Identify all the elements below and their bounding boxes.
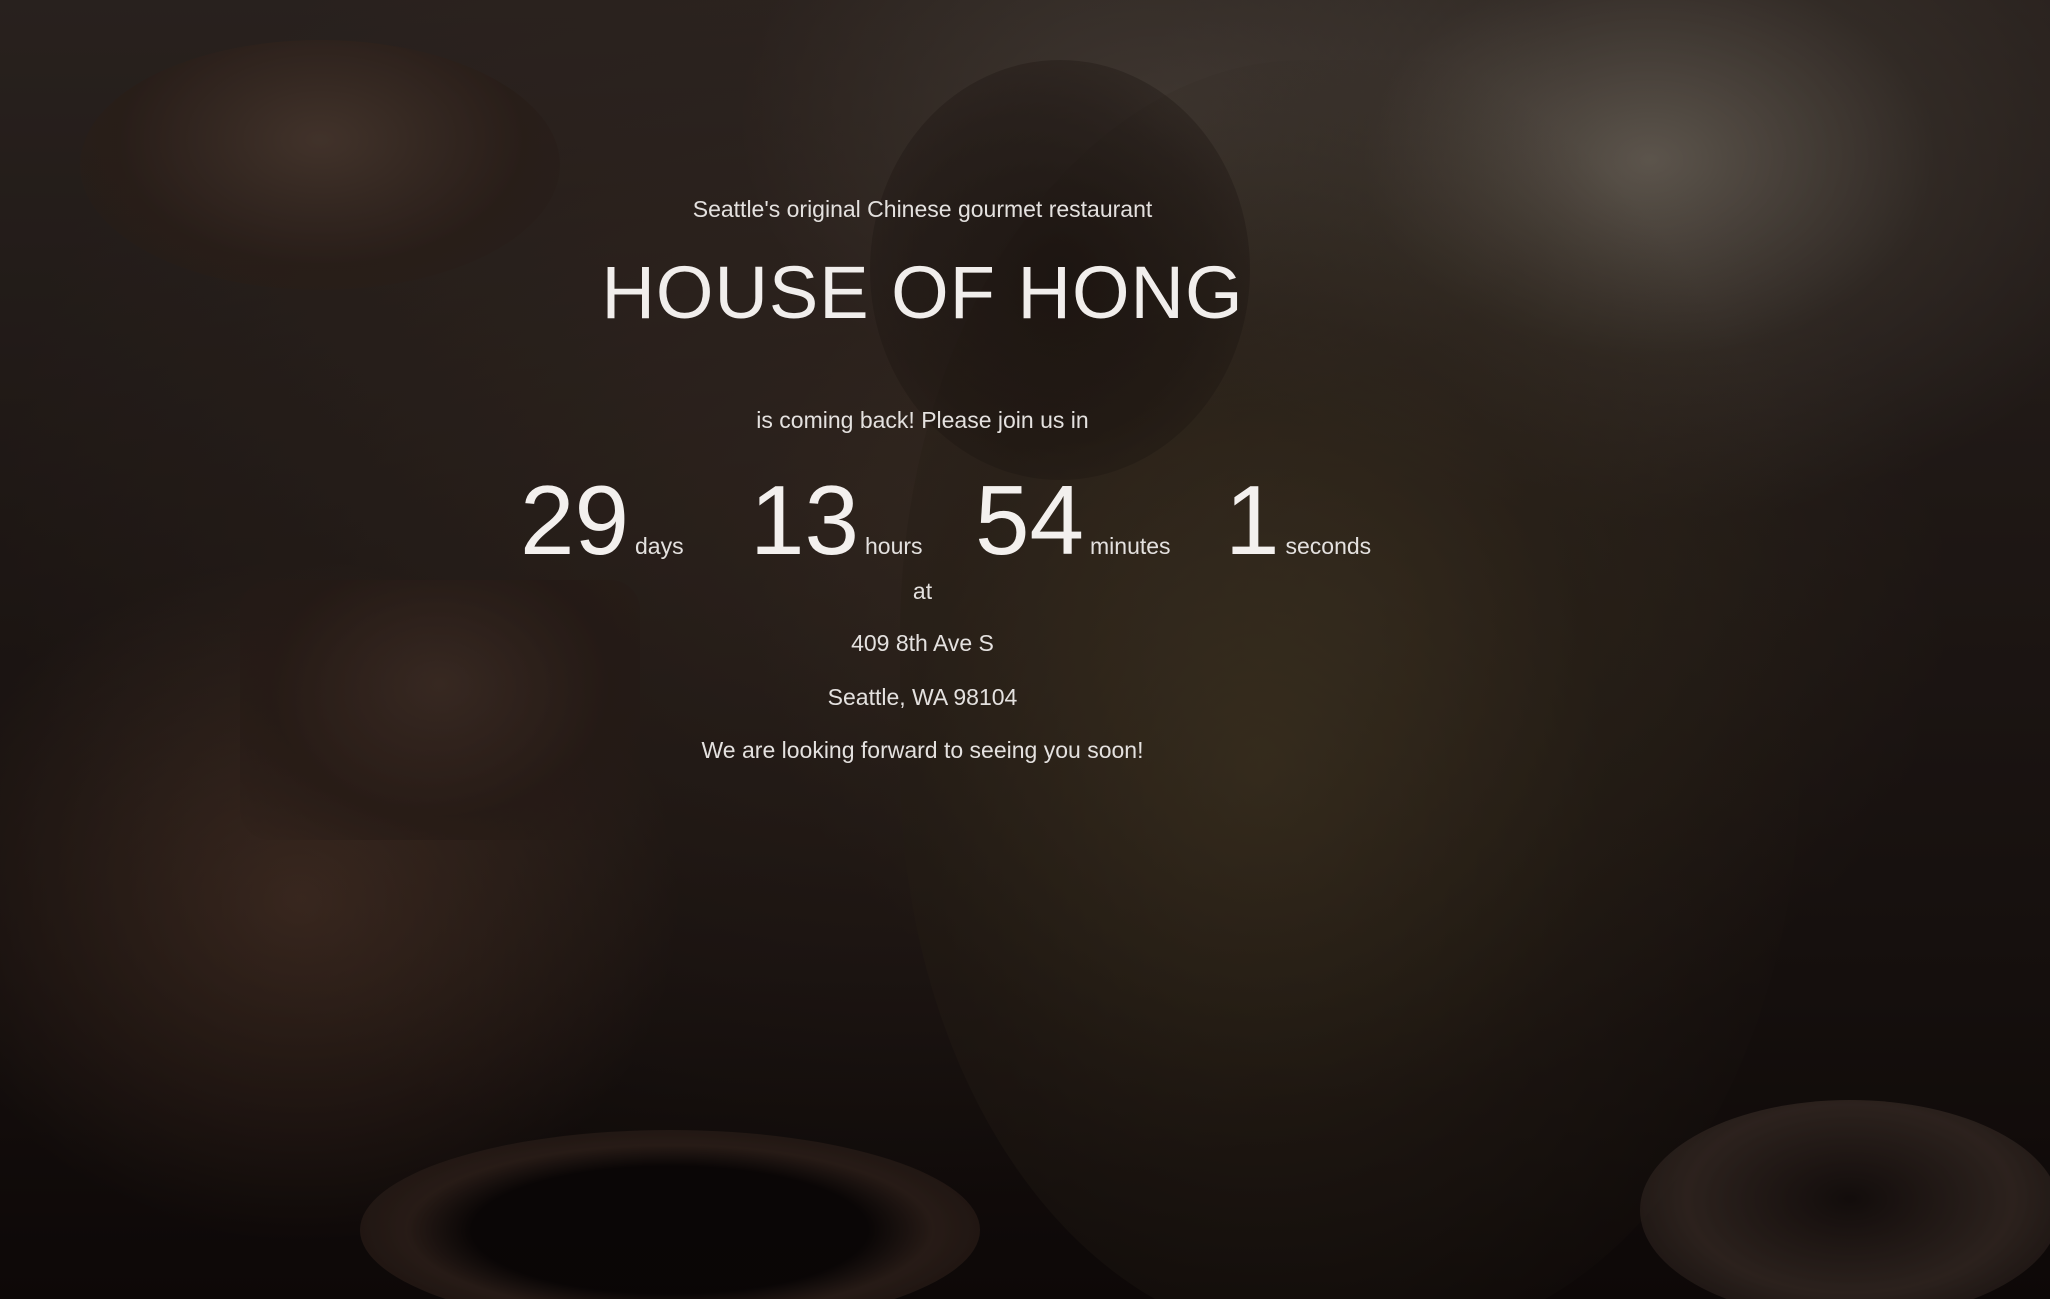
- countdown-seconds: 1 seconds: [1225, 465, 1371, 575]
- seconds-label: seconds: [1285, 533, 1372, 559]
- minutes-label: minutes: [1090, 533, 1171, 559]
- countdown-days: 29 days: [520, 465, 684, 575]
- at-label: at: [912, 578, 933, 604]
- page-title: HOUSE OF HONG: [601, 251, 1244, 334]
- closing-message: We are looking forward to seeing you soo…: [701, 737, 1144, 763]
- city-address: Seattle, WA 98104: [827, 684, 1018, 710]
- hours-value: 13: [750, 465, 860, 575]
- intro-text: is coming back! Please join us in: [756, 407, 1089, 433]
- hours-label: hours: [865, 533, 923, 559]
- countdown-minutes: 54 minutes: [975, 465, 1171, 575]
- street-address: 409 8th Ave S: [851, 630, 994, 656]
- days-value: 29: [520, 465, 630, 575]
- countdown-hours: 13 hours: [750, 465, 923, 575]
- days-label: days: [635, 533, 684, 559]
- seconds-value: 1: [1225, 465, 1280, 575]
- minutes-value: 54: [975, 465, 1085, 575]
- tagline: Seattle's original Chinese gourmet resta…: [692, 196, 1153, 222]
